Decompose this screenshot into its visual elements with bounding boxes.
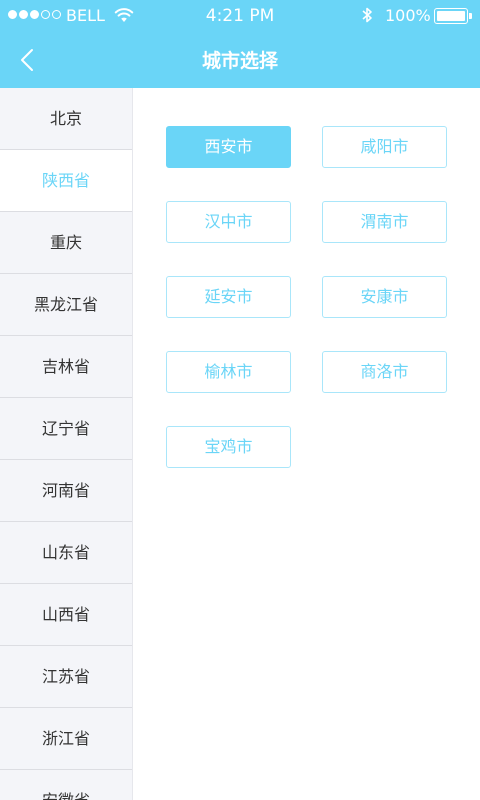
sidebar-item-province[interactable]: 北京	[0, 88, 132, 150]
nav-bar: 城市选择	[0, 32, 480, 88]
battery-cap	[469, 13, 472, 19]
city-button[interactable]: 安康市	[322, 276, 447, 318]
city-button[interactable]: 商洛市	[322, 351, 447, 393]
app-screen: BELL 4:21 PM 100% 城市选择 北京 陕西省 重庆 黑龙江省 吉林…	[0, 0, 480, 800]
province-sidebar[interactable]: 北京陕西省重庆黑龙江省吉林省辽宁省河南省山东省山西省江苏省浙江省安徽省	[0, 88, 133, 800]
city-grid: 西安市 咸阳市 汉中市 渭南市 延安市 安康市 榆林市 商洛市 宝鸡市	[166, 126, 447, 468]
bluetooth-icon	[362, 7, 372, 23]
battery-fill	[437, 11, 465, 21]
city-button[interactable]: 宝鸡市	[166, 426, 291, 468]
battery-body	[434, 8, 468, 24]
city-button[interactable]: 榆林市	[166, 351, 291, 393]
page-title: 城市选择	[201, 50, 278, 72]
sidebar-item-province[interactable]: 黑龙江省	[0, 274, 132, 336]
city-panel: 西安市 咸阳市 汉中市 渭南市 延安市 安康市 榆林市 商洛市 宝鸡市	[133, 88, 480, 800]
sidebar-item-province[interactable]: 辽宁省	[0, 398, 132, 460]
sidebar-item-province[interactable]: 重庆	[0, 212, 132, 274]
battery-icon	[434, 8, 472, 24]
sidebar-item-province[interactable]: 浙江省	[0, 708, 132, 770]
sidebar-item-province[interactable]: 山东省	[0, 522, 132, 584]
sidebar-item-province[interactable]: 陕西省	[0, 150, 132, 212]
city-button[interactable]: 渭南市	[322, 201, 447, 243]
battery-percent: 100%	[385, 6, 431, 25]
city-button[interactable]: 咸阳市	[322, 126, 447, 168]
sidebar-item-province[interactable]: 江苏省	[0, 646, 132, 708]
city-button[interactable]: 延安市	[166, 276, 291, 318]
sidebar-item-province[interactable]: 吉林省	[0, 336, 132, 398]
sidebar-item-province[interactable]: 山西省	[0, 584, 132, 646]
city-button[interactable]: 汉中市	[166, 201, 291, 243]
sidebar-item-province[interactable]: 安徽省	[0, 770, 132, 800]
city-button[interactable]: 西安市	[166, 126, 291, 168]
status-bar: BELL 4:21 PM 100%	[0, 0, 480, 32]
header: BELL 4:21 PM 100% 城市选择	[0, 0, 480, 88]
sidebar-item-province[interactable]: 河南省	[0, 460, 132, 522]
